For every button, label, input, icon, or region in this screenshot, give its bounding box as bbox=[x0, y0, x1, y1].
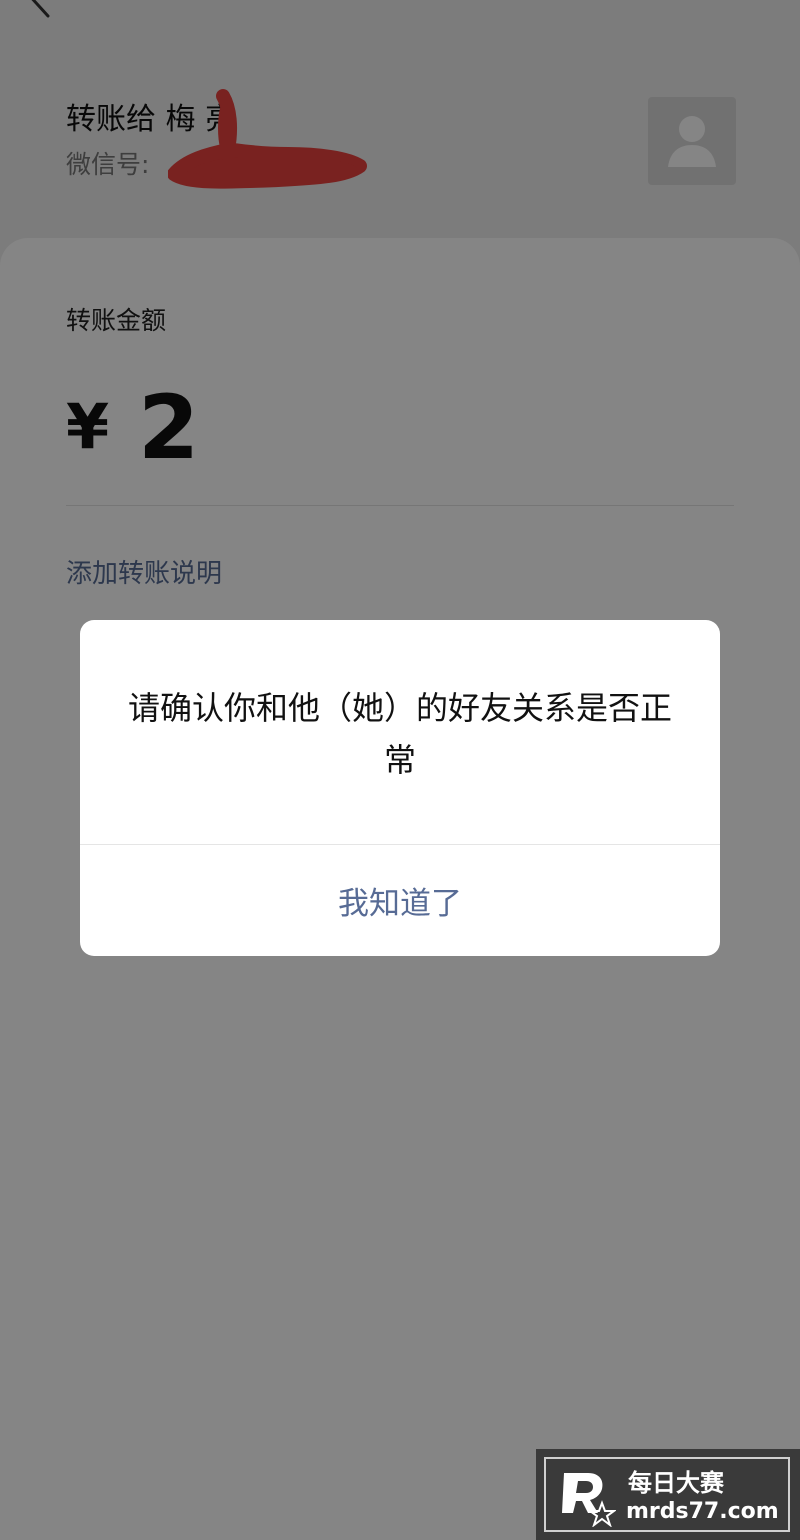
alert-dialog: 请确认你和他（她）的好友关系是否正常 我知道了 bbox=[80, 620, 720, 956]
dialog-confirm-button[interactable]: 我知道了 bbox=[80, 845, 720, 956]
watermark-logo bbox=[562, 1473, 616, 1527]
watermark-title: 每日大赛 bbox=[628, 1469, 724, 1497]
watermark-frame: 每日大赛 mrds77.com bbox=[544, 1457, 790, 1532]
watermark: 每日大赛 mrds77.com bbox=[536, 1449, 800, 1540]
dialog-message: 请确认你和他（她）的好友关系是否正常 bbox=[127, 689, 672, 779]
watermark-url: mrds77.com bbox=[626, 1499, 779, 1524]
transfer-screen: 转账给 梅 亮 微信号: 转账金额 ¥ 2 添加转账说明 请确认你和他（她）的好… bbox=[0, 0, 800, 1540]
